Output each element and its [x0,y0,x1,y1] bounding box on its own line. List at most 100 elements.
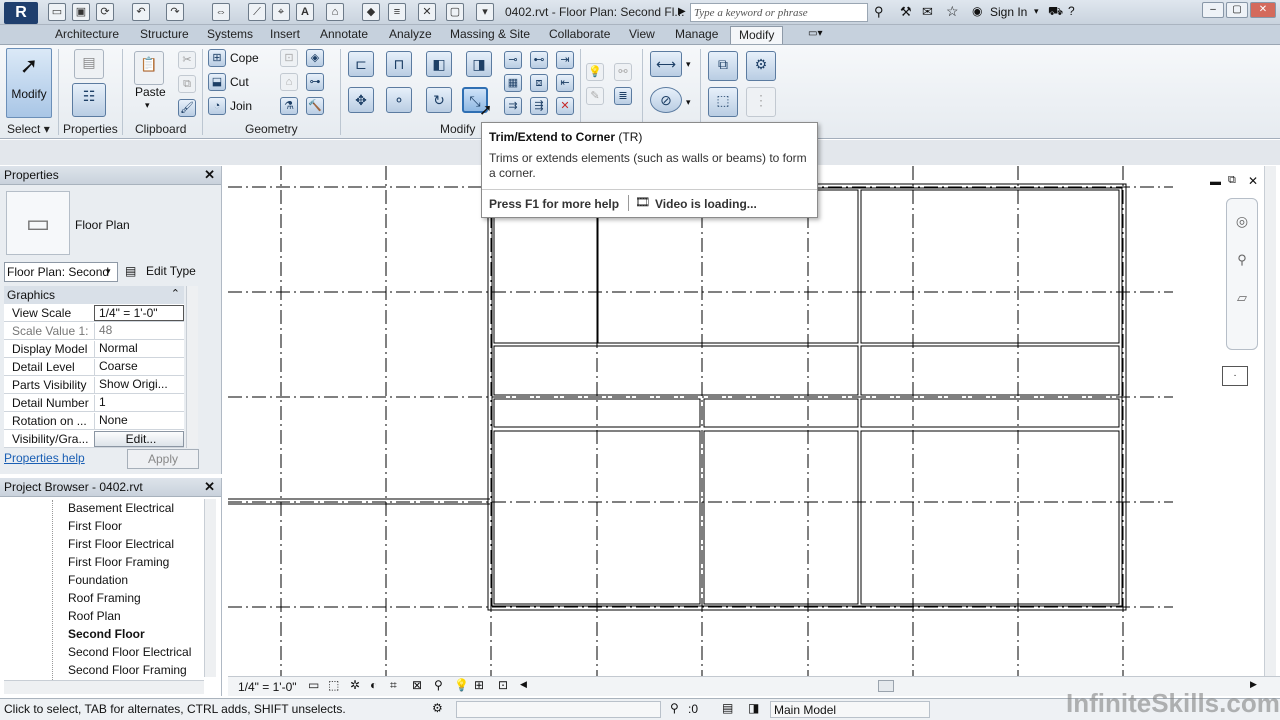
cope-label[interactable]: Cope [230,51,259,65]
design-option-dropdown[interactable]: Main Model [770,701,930,718]
cut-label[interactable]: Cut [230,75,249,89]
help-icon[interactable]: ? [1068,4,1075,18]
split-gap-icon[interactable]: ⊷ [530,51,548,69]
offset-icon[interactable]: ⊓ [386,51,412,77]
sun-path-icon[interactable]: ✲ [350,678,360,692]
delete-icon[interactable]: ✕ [556,97,574,115]
browser-item[interactable]: First Floor Electrical [68,537,174,551]
visual-style-icon[interactable]: ⬚ [328,678,339,692]
edit-type-button[interactable]: Edit Type [146,264,196,278]
tab-analyze[interactable]: Analyze [389,27,432,41]
wall-joins-icon[interactable]: ⊡ [280,49,298,67]
browser-item[interactable]: Basement Electrical [68,501,174,515]
dimension-dropdown-icon[interactable]: ▾ [686,59,691,70]
browser-hscrollbar[interactable] [4,680,204,694]
steering-wheel-icon[interactable]: ◎ [1227,213,1257,230]
view-restore-icon[interactable]: ⧉ [1228,174,1236,187]
pin-icon[interactable]: ⇥ [556,51,574,69]
show-crop-icon[interactable]: ⊠ [412,678,422,692]
cut-to-clipboard-icon[interactable]: ✂ [178,51,196,69]
aligned-dimension-icon[interactable]: ⟋ [248,3,266,21]
browser-item[interactable]: Second Floor Framing [68,663,187,677]
drawing-canvas[interactable]: ▬ ⧉ ✕ ◎ ⚲ ▱ · [228,166,1280,676]
browser-item[interactable]: Second Floor Electrical [68,645,191,659]
demolish-icon[interactable]: ⚗ [280,97,298,115]
view-minimize-icon[interactable]: ▬ [1210,176,1221,188]
create-group-icon[interactable]: ⚙ [746,51,776,81]
create-assembly-icon[interactable]: ⧉ [708,51,738,81]
highlight-icon[interactable]: ⊡ [498,678,508,692]
align-icon[interactable]: ⊏ [348,51,374,77]
worksets-icon[interactable]: ⚙ [432,701,443,715]
section-icon[interactable]: ◆ [362,3,380,21]
ribbon-minimize-icon[interactable]: ▭▾ [808,28,822,39]
sign-in-link[interactable]: Sign In [990,5,1027,19]
apply-button[interactable]: Apply [127,449,199,469]
split-face-icon[interactable]: ◈ [306,49,324,67]
prop-value[interactable]: Normal [94,341,184,357]
properties-icon[interactable]: ☷ [72,83,106,117]
cut-geometry-icon[interactable]: ⬓ [208,73,226,91]
canvas-vscrollbar[interactable] [1264,166,1276,676]
browser-item[interactable]: Foundation [68,573,128,587]
collapse-icon[interactable]: ⌃ [171,287,180,300]
select-panel-label[interactable]: Select ▾ [7,122,50,136]
modify-button[interactable]: ➚ Modify [6,48,52,118]
tab-architecture[interactable]: Architecture [55,27,119,41]
beam-column-join-icon[interactable]: ⊶ [306,73,324,91]
properties-help-link[interactable]: Properties help [4,451,85,465]
undo-icon[interactable]: ↶ [132,3,150,21]
copy-icon[interactable]: ⚬ [386,87,412,113]
filter-icon[interactable]: ⚲ [670,701,679,715]
dimension-icon[interactable]: ⟷ [650,51,682,77]
prop-value[interactable]: Coarse [94,359,184,375]
measure-tool-icon[interactable]: ⊘ [650,87,682,113]
trim-single-icon[interactable]: ⇉ [504,97,522,115]
hscroll-left-icon[interactable]: ◀ [520,679,527,690]
rotate-icon[interactable]: ↻ [426,87,452,113]
join-label[interactable]: Join [230,99,252,113]
pan-2d-icon[interactable]: ▱ [1227,290,1257,306]
qat-dropdown-icon[interactable]: ▾ [476,3,494,21]
match-type-icon[interactable]: 🖌 [178,99,196,117]
favorites-star-icon[interactable]: ☆ [946,3,959,20]
scale-icon[interactable]: ⧈ [530,74,548,92]
unpin-icon[interactable]: ⇤ [556,74,574,92]
switch-windows-icon[interactable]: ▢ [446,3,464,21]
tab-massing-site[interactable]: Massing & Site [450,27,530,41]
browser-item[interactable]: First Floor [68,519,122,533]
browser-scrollbar[interactable] [204,499,216,677]
temp-hide-icon[interactable]: ⚲ [434,678,443,692]
signin-dropdown-icon[interactable]: ▾ [1034,6,1039,17]
subscription-icon[interactable]: ⚒ [900,4,912,20]
linework-icon[interactable]: ✎ [586,87,604,105]
measure-dropdown-icon[interactable]: ▾ [686,97,691,108]
move-icon[interactable]: ✥ [348,87,374,113]
close-browser-icon[interactable]: ✕ [204,479,215,495]
tab-insert[interactable]: Insert [270,27,300,41]
tab-collaborate[interactable]: Collaborate [549,27,610,41]
communication-icon[interactable]: ✉ [922,4,933,20]
array-icon[interactable]: ▦ [504,74,522,92]
create-similar-icon[interactable]: ⋮ [746,87,776,117]
split-region-icon[interactable]: ≣ [614,87,632,105]
mirror-pick-axis-icon[interactable]: ◧ [426,51,452,77]
open-icon[interactable]: ▭ [48,3,66,21]
paste-label[interactable]: Paste [135,85,166,99]
tab-systems[interactable]: Systems [207,27,253,41]
close-button[interactable]: ✕ [1250,2,1276,18]
exchange-icon[interactable]: ⛟ [1048,4,1063,20]
split-element-icon[interactable]: ⊸ [504,51,522,69]
copy-to-clipboard-icon[interactable]: ⧉ [178,75,196,93]
paint-icon[interactable]: 🔨 [306,97,324,115]
paste-icon[interactable]: 📋 [134,51,164,85]
canvas-hscrollbar[interactable] [878,680,894,692]
instance-selector[interactable]: Floor Plan: Second [4,262,118,282]
join-roof-icon[interactable]: ⌂ [280,73,298,91]
detail-level-icon[interactable]: ▭ [308,678,319,692]
shadows-icon[interactable]: ◐ [370,678,377,692]
editing-requests-icon[interactable]: ▤ [722,701,733,715]
revit-logo-icon[interactable]: R [4,2,38,24]
prop-value[interactable]: 1 [94,395,184,411]
search-input[interactable]: Type a keyword or phrase [690,3,868,22]
